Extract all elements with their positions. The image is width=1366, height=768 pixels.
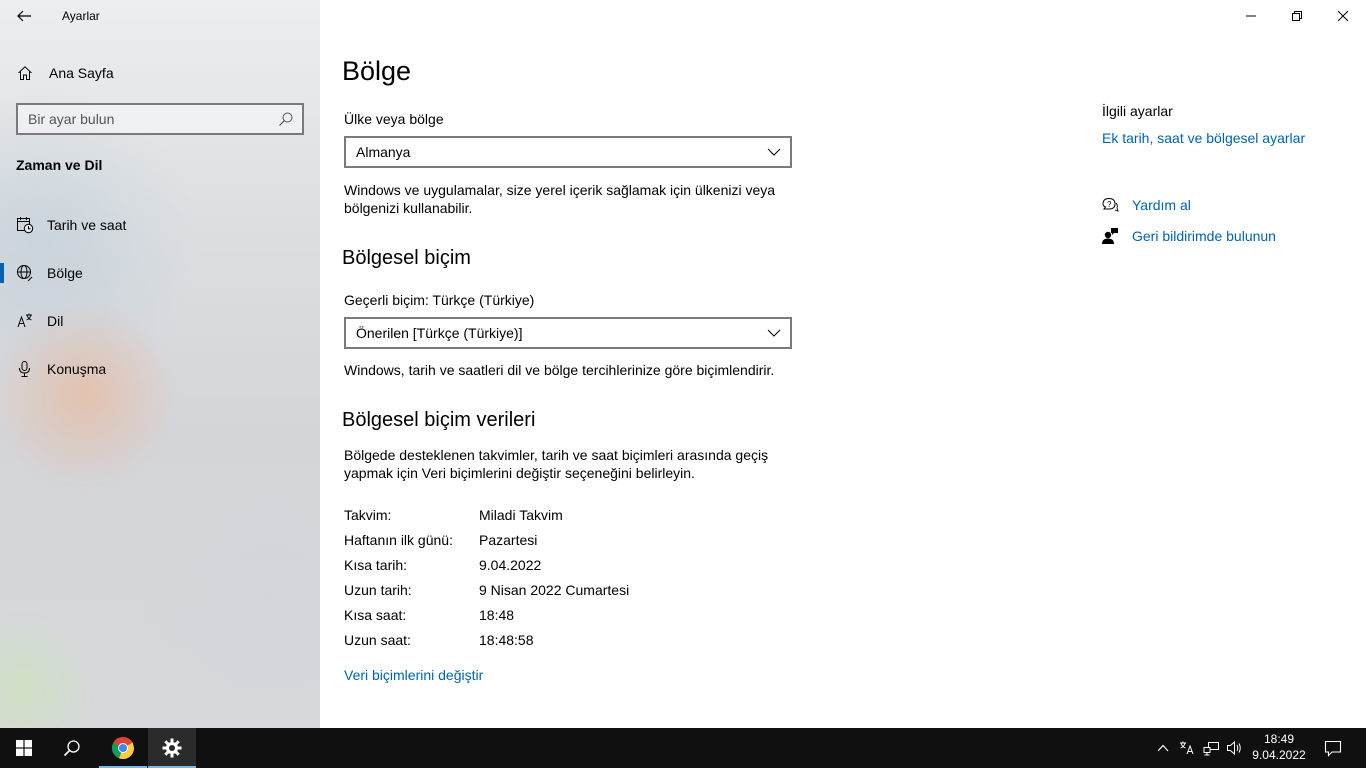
home-icon — [17, 65, 33, 81]
feedback-icon — [1100, 226, 1120, 246]
ime-language-button[interactable] — [1175, 728, 1199, 768]
language-icon — [16, 312, 34, 330]
back-button[interactable] — [8, 0, 40, 32]
restore-button[interactable] — [1274, 0, 1320, 32]
clock-time: 18:49 — [1263, 732, 1295, 746]
format-row-key: Kısa tarih: — [344, 557, 408, 573]
feedback-item[interactable]: Geri bildirimde bulunun — [1100, 224, 1276, 248]
close-icon — [1338, 11, 1348, 21]
current-format-label: Geçerli biçim: Türkçe (Türkiye) — [344, 292, 535, 308]
search-input[interactable] — [18, 111, 278, 127]
format-data-heading: Bölgesel biçim verileri — [342, 409, 536, 431]
taskbar-chrome-button[interactable] — [99, 728, 147, 768]
regional-format-value: Önerilen [Türkçe (Türkiye)] — [356, 325, 523, 341]
globe-icon — [16, 264, 34, 282]
change-data-formats-link[interactable]: Veri biçimlerini değiştir — [344, 667, 483, 683]
taskbar-settings-button[interactable] — [148, 728, 196, 768]
volume-button[interactable] — [1223, 728, 1247, 768]
format-row-value: 18:48:58 — [479, 632, 534, 648]
sidebar-item-language[interactable]: Dil — [0, 301, 320, 341]
clock-date: 9.04.2022 — [1252, 748, 1306, 762]
format-row-value: Pazartesi — [479, 532, 538, 548]
chrome-icon — [111, 737, 135, 760]
settings-search-box[interactable] — [16, 103, 304, 135]
regional-format-heading: Bölgesel biçim — [342, 247, 471, 269]
svg-text:?: ? — [1107, 200, 1112, 209]
app-title: Ayarlar — [62, 9, 100, 23]
country-label: Ülke veya bölge — [344, 111, 444, 127]
taskbar-search-button[interactable] — [48, 728, 96, 768]
action-center-button[interactable] — [1311, 728, 1355, 768]
chevron-down-icon — [767, 148, 781, 156]
page-title: Bölge — [342, 56, 412, 86]
taskbar: 18:49 9.04.2022 — [0, 728, 1366, 768]
search-icon — [63, 740, 80, 757]
taskbar-clock[interactable]: 18:49 9.04.2022 — [1248, 731, 1310, 767]
help-chat-icon: ? — [1100, 195, 1120, 215]
minimize-icon — [1246, 15, 1256, 17]
sidebar: Ayarlar Ana Sayfa Zaman ve Dil — [0, 0, 320, 728]
sidebar-item-label: Tarih ve saat — [47, 217, 127, 233]
notification-icon — [1324, 740, 1342, 757]
sidebar-item-label: Bölge — [47, 265, 83, 281]
speaker-icon — [1227, 740, 1241, 756]
format-row-key: Kısa saat: — [344, 607, 407, 623]
windows-logo-icon — [16, 740, 32, 756]
network-button[interactable] — [1199, 728, 1223, 768]
get-help-label: Yardım al — [1132, 197, 1191, 213]
format-row-key: Uzun tarih: — [344, 582, 412, 598]
format-row-key: Haftanın ilk günü: — [344, 532, 453, 548]
restore-icon — [1292, 11, 1302, 21]
back-arrow-icon — [17, 10, 31, 22]
country-description: Windows ve uygulamalar, size yerel içeri… — [344, 182, 776, 216]
selection-indicator — [0, 263, 4, 283]
search-icon[interactable] — [278, 111, 294, 127]
format-row-value: 18:48 — [479, 607, 515, 623]
regional-format-description: Windows, tarih ve saatleri dil ve bölge … — [344, 362, 775, 378]
sidebar-item-region[interactable]: Bölge — [0, 253, 320, 293]
format-row-value: 9.04.2022 — [479, 557, 542, 573]
format-data-description: Bölgede desteklenen takvimler, tarih ve … — [344, 447, 769, 481]
calendar-clock-icon — [16, 216, 34, 234]
language-bar-icon — [1180, 741, 1194, 755]
additional-settings-link[interactable]: Ek tarih, saat ve bölgesel ayarlar — [1102, 130, 1305, 146]
main-content: Bölge Ülke veya bölge Almanya Windows ve… — [320, 0, 1366, 728]
sidebar-item-label: Konuşma — [47, 361, 107, 377]
format-row-key: Takvim: — [344, 507, 392, 523]
format-row-value: 9 Nisan 2022 Cumartesi — [479, 582, 630, 598]
regional-format-dropdown[interactable]: Önerilen [Türkçe (Türkiye)] — [344, 317, 792, 349]
get-help-item[interactable]: ? Yardım al — [1100, 193, 1191, 217]
home-label: Ana Sayfa — [49, 65, 114, 81]
related-settings-title: İlgili ayarlar — [1102, 103, 1173, 119]
home-nav-item[interactable]: Ana Sayfa — [0, 57, 320, 89]
chevron-up-icon — [1157, 744, 1169, 752]
start-button[interactable] — [0, 728, 48, 768]
close-button[interactable] — [1320, 0, 1366, 32]
gear-icon — [162, 738, 182, 758]
microphone-icon — [16, 360, 34, 378]
format-row-value: Miladi Takvim — [479, 507, 563, 523]
network-icon — [1203, 742, 1219, 756]
sidebar-item-label: Dil — [47, 313, 64, 329]
format-row-key: Uzun saat: — [344, 632, 411, 648]
minimize-button[interactable] — [1228, 0, 1274, 32]
feedback-label: Geri bildirimde bulunun — [1132, 228, 1276, 244]
sidebar-item-date-time[interactable]: Tarih ve saat — [0, 205, 320, 245]
section-title: Zaman ve Dil — [16, 157, 103, 173]
sidebar-item-speech[interactable]: Konuşma — [0, 349, 320, 389]
country-value: Almanya — [356, 144, 411, 160]
country-dropdown[interactable]: Almanya — [344, 136, 792, 168]
show-hidden-icons-button[interactable] — [1151, 728, 1175, 768]
chevron-down-icon — [767, 329, 781, 337]
